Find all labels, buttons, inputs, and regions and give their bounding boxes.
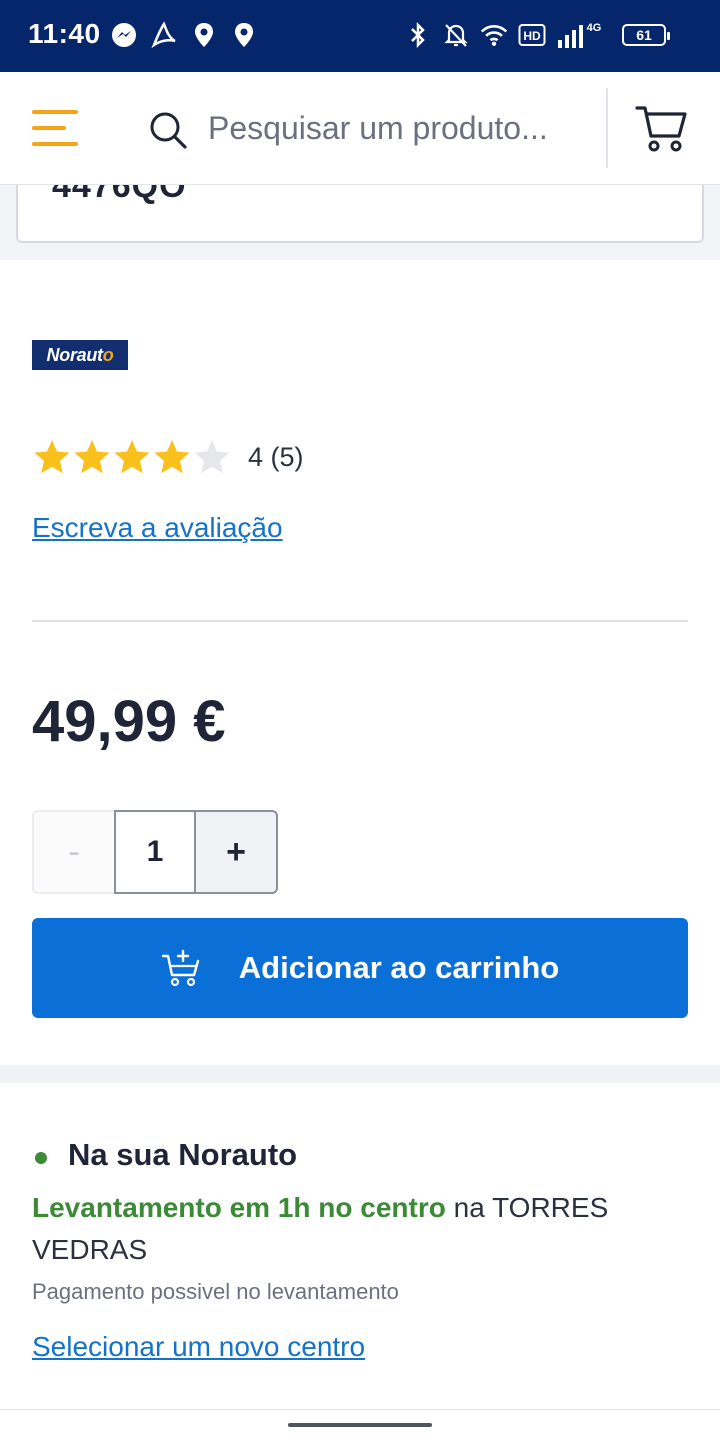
quantity-stepper: - 1 + bbox=[32, 810, 278, 894]
bottom-divider bbox=[0, 1409, 720, 1410]
reference-text: 4476QO bbox=[52, 185, 187, 205]
location-icon bbox=[230, 20, 258, 50]
top-navigation: Pesquisar um produto... bbox=[0, 72, 720, 185]
messenger-icon bbox=[110, 20, 138, 50]
svg-text:HD: HD bbox=[523, 29, 541, 43]
rating-stars bbox=[32, 438, 232, 476]
store-title: Na sua Norauto bbox=[68, 1137, 298, 1172]
bell-off-icon bbox=[442, 20, 470, 50]
select-store-link[interactable]: Selecionar um novo centro bbox=[32, 1331, 365, 1363]
search-input[interactable]: Pesquisar um produto... bbox=[208, 110, 548, 147]
pickup-info: Levantamento em 1h no centro na TORRES V… bbox=[32, 1187, 672, 1271]
svg-text:4G: 4G bbox=[587, 22, 602, 34]
add-to-cart-label: Adicionar ao carrinho bbox=[238, 950, 560, 985]
status-left-icons bbox=[110, 20, 258, 50]
quantity-input[interactable]: 1 bbox=[114, 810, 196, 894]
cart-add-icon bbox=[161, 949, 199, 987]
store-availability-section: Na sua Norauto Levantamento em 1h no cen… bbox=[0, 1083, 720, 1410]
star-empty-icon bbox=[194, 440, 230, 474]
write-review-link[interactable]: Escreva a avaliação bbox=[32, 512, 283, 544]
quantity-increase-button[interactable]: + bbox=[196, 810, 278, 894]
signal-4g-icon: 4G bbox=[556, 20, 604, 50]
location-icon bbox=[190, 20, 218, 50]
home-indicator[interactable] bbox=[288, 1423, 432, 1427]
reference-section: 4476QO bbox=[0, 185, 720, 260]
reference-card: 4476QO bbox=[16, 185, 704, 243]
brand-logo-text: Norauto bbox=[46, 344, 114, 365]
divider bbox=[32, 620, 688, 622]
section-separator bbox=[0, 1065, 720, 1083]
menu-icon[interactable] bbox=[32, 110, 80, 146]
payment-note: Pagamento possivel no levantamento bbox=[32, 1279, 399, 1304]
brand-logo: Norauto bbox=[32, 340, 128, 370]
wifi-icon bbox=[480, 20, 508, 50]
nav-divider bbox=[606, 88, 608, 168]
product-section: Norauto 4 (5) Escreva a avaliação 49,99 … bbox=[0, 260, 720, 1065]
status-time: 11:40 bbox=[28, 18, 101, 49]
status-bar: 11:40 HD 4G 61 bbox=[0, 0, 720, 72]
hd-icon: HD bbox=[518, 20, 546, 50]
rating-value: 4 bbox=[248, 441, 264, 472]
star-filled-icon bbox=[114, 440, 150, 474]
battery-indicator: 61 bbox=[622, 24, 670, 46]
rating-count: (5) bbox=[270, 441, 304, 472]
rating-summary: 4 (5) bbox=[248, 442, 304, 473]
product-price: 49,99 € bbox=[32, 689, 226, 754]
search-icon[interactable] bbox=[148, 110, 188, 150]
quantity-decrease-button[interactable]: - bbox=[32, 810, 114, 894]
cart-icon[interactable] bbox=[634, 100, 690, 156]
star-filled-icon bbox=[74, 440, 110, 474]
pickup-highlight: Levantamento em 1h no centro bbox=[32, 1192, 446, 1223]
star-filled-icon bbox=[154, 440, 190, 474]
add-to-cart-button[interactable]: Adicionar ao carrinho bbox=[32, 918, 688, 1018]
bluetooth-icon bbox=[404, 20, 432, 50]
acrobat-icon bbox=[150, 20, 178, 50]
product-rating: 4 (5) bbox=[32, 438, 304, 476]
availability-dot-icon bbox=[35, 1152, 47, 1164]
star-filled-icon bbox=[34, 440, 70, 474]
